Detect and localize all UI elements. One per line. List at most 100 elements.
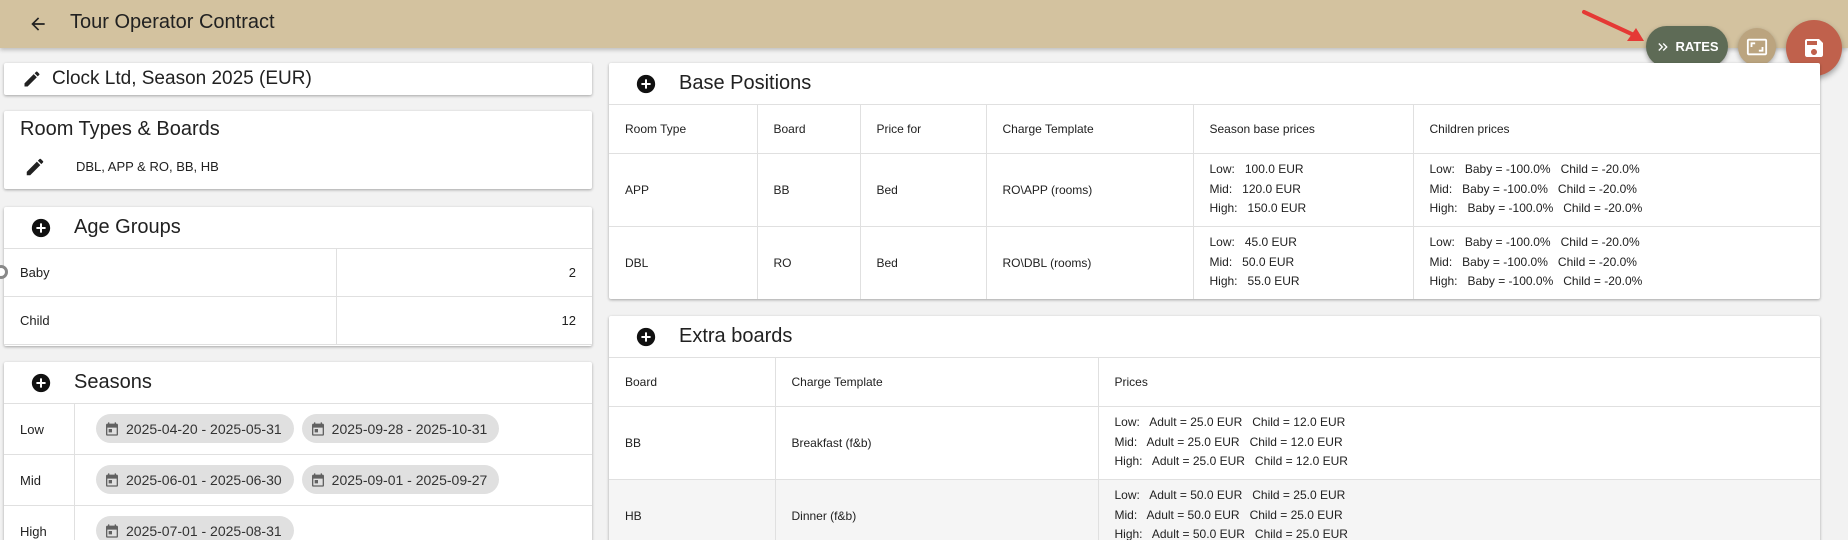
- date-range-chip[interactable]: 2025-07-01 - 2025-08-31: [96, 516, 294, 540]
- board-cell: BB: [609, 406, 776, 480]
- seasons-title: Seasons: [74, 371, 152, 393]
- price-line: High: Baby = -100.0% Child = -20.0%: [1429, 201, 1643, 216]
- table-row[interactable]: DBL RO Bed RO\DBL (rooms) Low: 45.0 EUR …: [609, 226, 1820, 299]
- column-header[interactable]: Board: [757, 105, 861, 154]
- season-name: Low: [20, 422, 44, 437]
- contract-name-card: Clock Ltd, Season 2025 (EUR): [4, 63, 592, 95]
- age-group-name: Child: [20, 313, 50, 328]
- board-cell: BB: [757, 153, 861, 227]
- back-button[interactable]: [24, 10, 52, 38]
- top-app-bar: Tour Operator Contract: [0, 0, 1848, 48]
- season-prices-cell: Low: 100.0 EUR Mid: 120.0 EUR High: 150.…: [1193, 153, 1414, 227]
- base-positions-card: Base Positions Room Type Board Price for…: [609, 63, 1820, 299]
- date-range-text: 2025-09-28 - 2025-10-31: [331, 420, 488, 437]
- price-line: High: Adult = 50.0 EUR Child = 25.0 EUR: [1114, 527, 1348, 540]
- pencil-icon[interactable]: [22, 69, 42, 89]
- price-line: Low: Baby = -100.0% Child = -20.0%: [1429, 235, 1640, 250]
- table-header-row: Board Charge Template Prices: [609, 358, 1820, 407]
- add-circle-icon[interactable]: [635, 73, 657, 95]
- date-range-text: 2025-07-01 - 2025-08-31: [126, 522, 282, 539]
- age-groups-card: Age Groups Baby 2 Child 12: [4, 207, 592, 346]
- price-line: High: Adult = 25.0 EUR Child = 12.0 EUR: [1114, 454, 1348, 469]
- date-range-text: 2025-09-01 - 2025-09-27: [331, 471, 488, 488]
- price-line: Mid: Adult = 25.0 EUR Child = 12.0 EUR: [1114, 434, 1343, 449]
- calendar-icon: [106, 472, 118, 487]
- price-line: Mid: 50.0 EUR: [1209, 254, 1295, 269]
- price-line: Mid: Baby = -100.0% Child = -20.0%: [1429, 181, 1637, 196]
- board-cell: RO: [757, 226, 861, 299]
- column-divider: [74, 404, 75, 455]
- base-positions-table: Room Type Board Price for Charge Templat…: [609, 105, 1820, 299]
- column-divider: [74, 506, 75, 540]
- season-row-low: Low 2025-04-20 - 2025-05-31 2025-09-28 -…: [4, 404, 592, 455]
- board-cell: HB: [609, 479, 776, 540]
- age-group-name: Baby: [20, 265, 50, 280]
- date-range-chip[interactable]: 2025-09-28 - 2025-10-31: [301, 414, 500, 443]
- column-header[interactable]: Charge Template: [986, 105, 1194, 154]
- age-group-max-age: 12: [561, 313, 576, 328]
- children-prices-cell: Low: Baby = -100.0% Child = -20.0% Mid: …: [1413, 153, 1820, 227]
- extra-boards-header: Extra boards: [609, 316, 1820, 358]
- rates-button[interactable]: RATES: [1646, 26, 1728, 67]
- room-type-cell: APP: [609, 153, 758, 227]
- table-row[interactable]: APP BB Bed RO\APP (rooms) Low: 100.0 EUR…: [609, 153, 1820, 227]
- column-header[interactable]: Board: [609, 358, 776, 407]
- base-positions-header: Base Positions: [609, 63, 1820, 105]
- extra-boards-card: Extra boards Board Charge Template Price…: [609, 316, 1820, 540]
- fullscreen-button[interactable]: [1738, 28, 1776, 66]
- add-circle-icon[interactable]: [30, 217, 52, 239]
- prices-cell: Low: Adult = 25.0 EUR Child = 12.0 EUR M…: [1098, 406, 1820, 480]
- price-line: High: 150.0 EUR: [1209, 201, 1307, 216]
- season-name: High: [20, 524, 47, 539]
- column-header[interactable]: Room Type: [609, 105, 758, 154]
- column-divider: [74, 455, 75, 506]
- annotation-arrow-icon: [1582, 10, 1644, 41]
- price-line: Low: Baby = -100.0% Child = -20.0%: [1429, 162, 1640, 177]
- season-row-high: High 2025-07-01 - 2025-08-31: [4, 506, 592, 540]
- charge-template-cell: Dinner (f&b): [775, 479, 1099, 540]
- table-row[interactable]: Baby 2: [4, 249, 592, 297]
- column-header[interactable]: Children prices: [1413, 105, 1820, 154]
- room-type-cell: DBL: [609, 226, 758, 299]
- season-prices-cell: Low: 45.0 EUR Mid: 50.0 EUR High: 55.0 E…: [1193, 226, 1414, 299]
- age-groups-title: Age Groups: [74, 216, 181, 238]
- price-line: Mid: Adult = 50.0 EUR Child = 25.0 EUR: [1114, 507, 1343, 522]
- add-circle-icon[interactable]: [635, 326, 657, 348]
- children-prices-cell: Low: Baby = -100.0% Child = -20.0% Mid: …: [1413, 226, 1820, 299]
- room-types-card: Room Types & Boards DBL, APP & RO, BB, H…: [4, 111, 592, 189]
- season-row-mid: Mid 2025-06-01 - 2025-06-30 2025-09-01 -…: [4, 455, 592, 506]
- charge-template-cell: RO\DBL (rooms): [986, 226, 1194, 299]
- room-types-title: Room Types & Boards: [20, 118, 220, 140]
- calendar-icon: [311, 472, 324, 487]
- base-positions-title: Base Positions: [679, 72, 812, 94]
- table-row[interactable]: BB Breakfast (f&b) Low: Adult = 25.0 EUR…: [609, 406, 1820, 480]
- date-range-text: 2025-04-20 - 2025-05-31: [126, 420, 282, 437]
- age-group-max-age: 2: [568, 265, 576, 280]
- aspect-ratio-icon: [1746, 38, 1768, 56]
- add-circle-icon[interactable]: [30, 372, 52, 394]
- column-header[interactable]: Price for: [860, 105, 987, 154]
- column-divider: [336, 297, 337, 345]
- page-title: Tour Operator Contract: [70, 11, 275, 33]
- column-header[interactable]: Season base prices: [1193, 105, 1414, 154]
- date-range-chip[interactable]: 2025-06-01 - 2025-06-30: [96, 465, 294, 494]
- calendar-icon: [106, 523, 118, 538]
- column-divider: [336, 249, 337, 297]
- calendar-icon: [311, 421, 324, 436]
- seasons-header: Seasons: [4, 362, 592, 404]
- pencil-icon[interactable]: [24, 156, 46, 178]
- column-header[interactable]: Prices: [1098, 358, 1820, 407]
- table-header-row: Room Type Board Price for Charge Templat…: [609, 105, 1820, 154]
- table-row[interactable]: Child 12: [4, 297, 592, 345]
- calendar-icon: [106, 421, 118, 436]
- price-line: Mid: 120.0 EUR: [1209, 181, 1301, 196]
- price-line: Low: 45.0 EUR: [1209, 235, 1297, 250]
- contract-title: Clock Ltd, Season 2025 (EUR): [52, 68, 312, 89]
- charge-template-cell: RO\APP (rooms): [986, 153, 1194, 227]
- rates-button-label: RATES: [1675, 39, 1719, 54]
- date-range-chip[interactable]: 2025-09-01 - 2025-09-27: [301, 465, 500, 494]
- table-row[interactable]: HB Dinner (f&b) Low: Adult = 50.0 EUR Ch…: [609, 479, 1820, 540]
- seasons-card: Seasons Low 2025-04-20 - 2025-05-31 2025…: [4, 362, 592, 540]
- date-range-chip[interactable]: 2025-04-20 - 2025-05-31: [96, 414, 294, 443]
- column-header[interactable]: Charge Template: [775, 358, 1099, 407]
